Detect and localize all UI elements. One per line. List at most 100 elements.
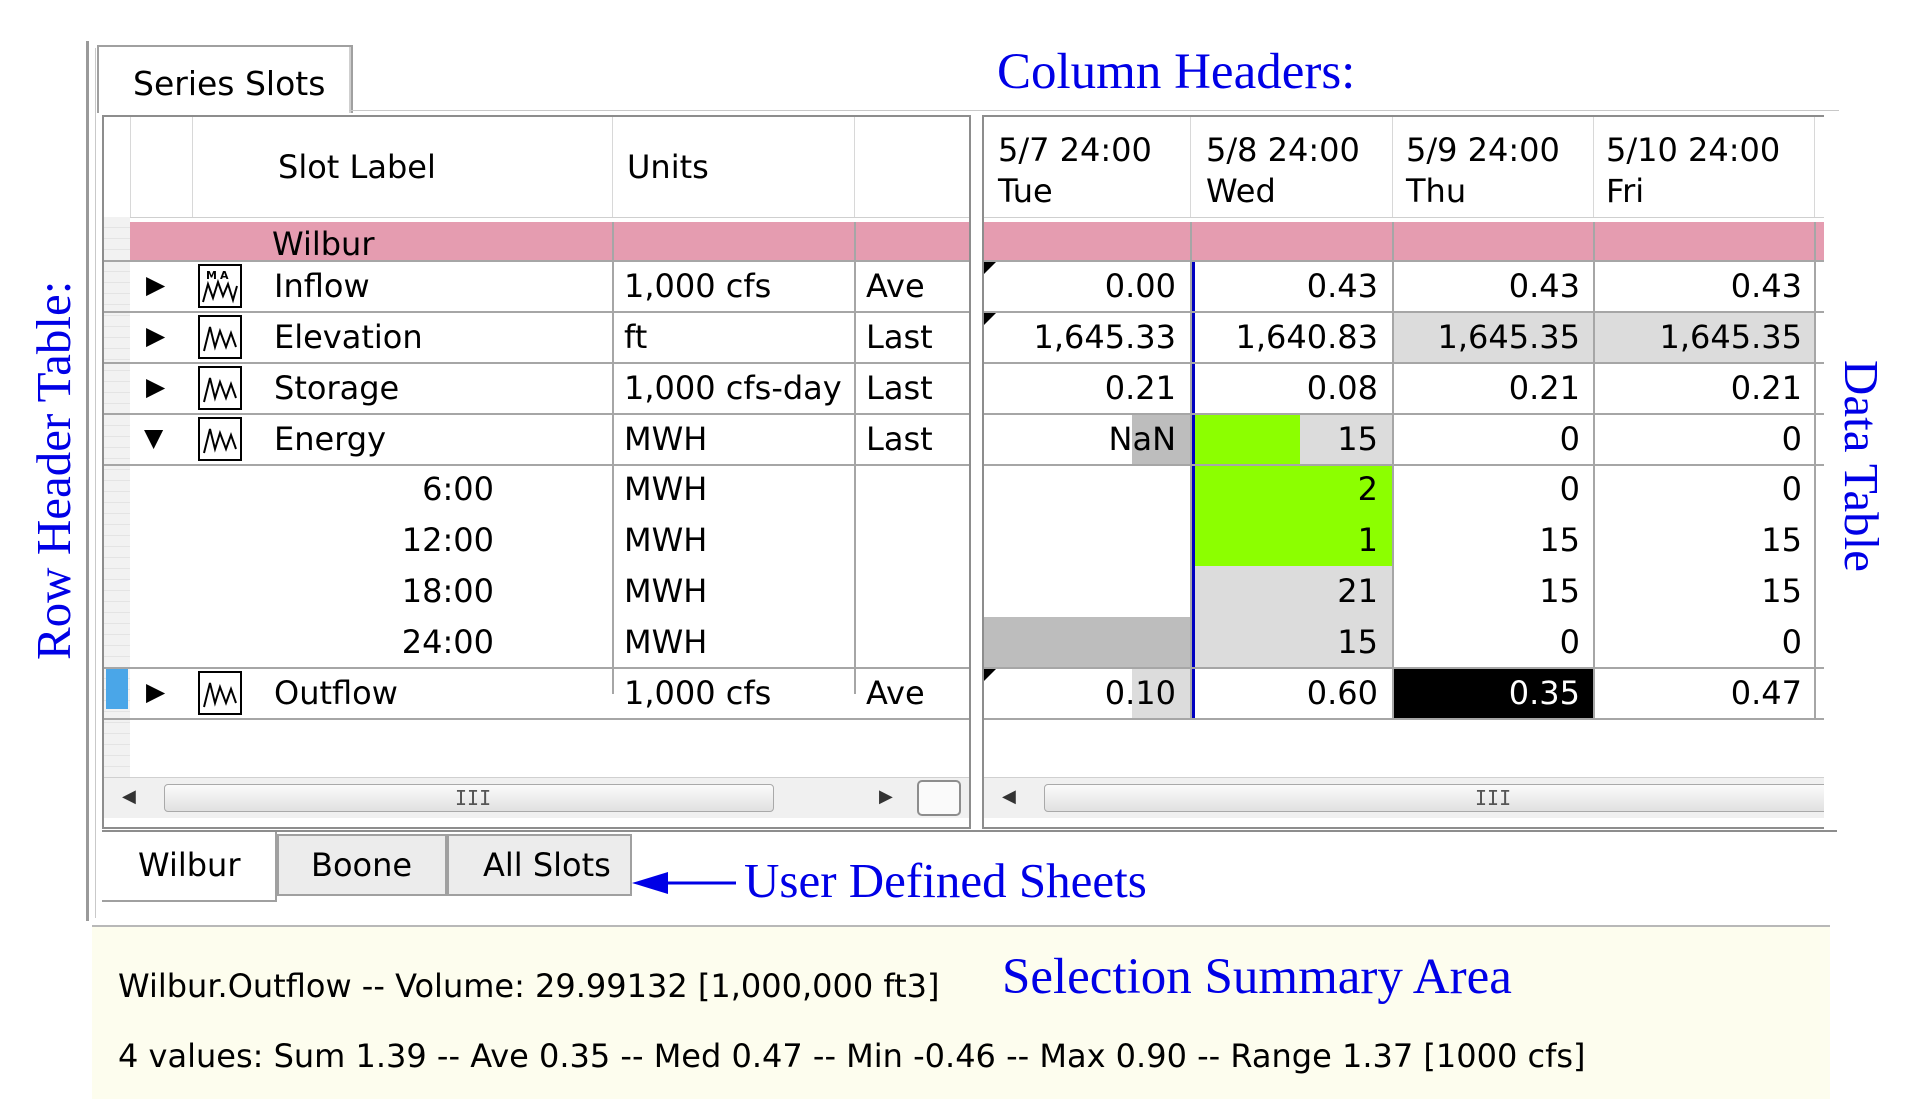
sub-slot-label[interactable]: 12:00 [354, 521, 494, 559]
group-band [984, 222, 1824, 260]
data-cell[interactable]: 0 [1408, 623, 1580, 661]
sub-slot-label[interactable]: 6:00 [354, 470, 494, 508]
slot-label[interactable]: Storage [274, 369, 399, 407]
slot-label[interactable]: Inflow [274, 267, 370, 305]
data-cell[interactable]: 0.08 [1206, 369, 1378, 407]
data-cell[interactable]: 0.00 [1004, 267, 1176, 305]
row-divider [984, 464, 1824, 466]
tab-series-slots-label: Series Slots [133, 64, 326, 103]
data-cell[interactable]: 0 [1608, 470, 1802, 508]
slot-label[interactable]: Outflow [274, 674, 398, 712]
data-cell[interactable]: 1,645.35 [1608, 318, 1803, 356]
data-cell[interactable]: 0.21 [1608, 369, 1802, 407]
row-header-table: Slot Label Units Wilbur ▶ MA Inflow 1,00… [102, 115, 971, 829]
data-cell[interactable]: 0.43 [1206, 267, 1378, 305]
column-divider [1814, 222, 1816, 718]
slot-units: MWH [624, 521, 708, 559]
scroll-thumb[interactable]: III [1044, 784, 1824, 812]
expand-arrow-icon[interactable]: ▶ [146, 270, 165, 299]
scroll-right-icon[interactable]: ▶ [879, 786, 893, 807]
slot-aggregation: Last [866, 369, 933, 407]
sheet-tab-all-slots[interactable]: All Slots [447, 834, 632, 896]
selected-row-marker [106, 667, 128, 709]
data-cell[interactable]: NaN [1004, 420, 1176, 458]
slot-label[interactable]: Energy [274, 420, 386, 458]
column-divider [1190, 222, 1192, 718]
column-divider [1593, 222, 1595, 718]
data-cell[interactable]: 1,640.83 [1196, 318, 1379, 356]
slot-units: ft [624, 318, 648, 356]
row-divider [104, 260, 969, 262]
row-divider [984, 718, 1824, 720]
tab-series-slots[interactable]: Series Slots [97, 45, 353, 113]
row-divider [104, 667, 969, 669]
slot-aggregation: Ave [866, 674, 925, 712]
column-date: 5/7 24:00 [998, 131, 1152, 169]
sub-slot-label[interactable]: 24:00 [354, 623, 494, 661]
data-cell[interactable]: 21 [1206, 572, 1378, 610]
column-header-units[interactable]: Units [627, 148, 709, 186]
edit-marker-icon [984, 262, 996, 274]
scroll-corner-box[interactable] [917, 780, 961, 816]
data-cell[interactable]: 0.47 [1608, 674, 1802, 712]
data-cell[interactable]: 1,645.35 [1398, 318, 1581, 356]
data-cell[interactable]: 15 [1206, 623, 1378, 661]
scroll-thumb[interactable]: III [164, 784, 774, 812]
slot-units: 1,000 cfs-day [624, 369, 842, 407]
data-cell[interactable]: 0 [1608, 420, 1802, 458]
slot-units: MWH [624, 623, 708, 661]
data-cell[interactable]: 1,645.33 [994, 318, 1177, 356]
data-cell[interactable]: 0 [1608, 623, 1802, 661]
data-cell[interactable]: 0 [1408, 420, 1580, 458]
column-header-slot-label[interactable]: Slot Label [278, 148, 436, 186]
data-cell[interactable]: 15 [1408, 521, 1580, 559]
data-cell[interactable]: 15 [1408, 572, 1580, 610]
row-divider [104, 362, 969, 364]
data-cell[interactable]: 2 [1206, 470, 1378, 508]
scroll-left-icon[interactable]: ◀ [122, 786, 136, 807]
slot-units: MWH [624, 470, 708, 508]
sheet-tab-boone[interactable]: Boone [277, 834, 447, 896]
slot-label[interactable]: Elevation [274, 318, 423, 356]
annotation-data-table: Data Table [1834, 360, 1889, 572]
data-cell[interactable]: 15 [1206, 420, 1378, 458]
column-divider [192, 117, 193, 217]
data-cell[interactable]: 0.10 [1004, 674, 1176, 712]
data-cell[interactable]: 15 [1608, 572, 1802, 610]
selection-summary-area: Wilbur.Outflow -- Volume: 29.99132 [1,00… [92, 925, 1830, 1099]
data-table-hscrollbar[interactable]: ◀ III [984, 777, 1824, 818]
expand-arrow-icon[interactable]: ▶ [146, 372, 165, 401]
group-band [130, 222, 969, 260]
row-divider [104, 413, 969, 415]
annotation-selection-summary-area: Selection Summary Area [1002, 949, 1512, 1005]
column-date: 5/9 24:00 [1406, 131, 1560, 169]
data-cell[interactable]: 15 [1608, 521, 1802, 559]
sub-slot-label[interactable]: 18:00 [354, 572, 494, 610]
svg-text:M: M [206, 269, 217, 282]
column-divider [1593, 117, 1594, 217]
sheet-tab-wilbur[interactable]: Wilbur [102, 832, 277, 902]
data-cell[interactable]: 0.43 [1608, 267, 1802, 305]
data-cell[interactable]: 0.21 [1408, 369, 1580, 407]
summary-line-stats: 4 values: Sum 1.39 -- Ave 0.35 -- Med 0.… [118, 1037, 1586, 1075]
sheet-tab-label: Wilbur [138, 846, 241, 884]
row-header-hscrollbar[interactable]: ◀ III ▶ [104, 777, 969, 818]
series-icon [198, 366, 242, 410]
expand-arrow-icon[interactable]: ▶ [146, 321, 165, 350]
row-divider [984, 413, 1824, 415]
data-cell-selected[interactable]: 0.35 [1408, 674, 1580, 712]
series-icon [198, 315, 242, 359]
data-cell[interactable]: 0.43 [1408, 267, 1580, 305]
series-multi-icon: MA [198, 264, 242, 308]
data-cell[interactable]: 1 [1206, 521, 1378, 559]
column-divider [130, 117, 131, 217]
row-divider [984, 260, 1824, 262]
column-date: 5/10 24:00 [1606, 131, 1781, 169]
data-cell[interactable]: 0 [1408, 470, 1580, 508]
scroll-left-icon[interactable]: ◀ [1002, 786, 1016, 807]
data-cell[interactable]: 0.21 [1004, 369, 1176, 407]
expand-arrow-icon[interactable]: ▶ [146, 677, 165, 706]
slot-units: MWH [624, 420, 708, 458]
collapse-arrow-icon[interactable]: ▼ [144, 423, 163, 452]
data-cell[interactable]: 0.60 [1206, 674, 1378, 712]
